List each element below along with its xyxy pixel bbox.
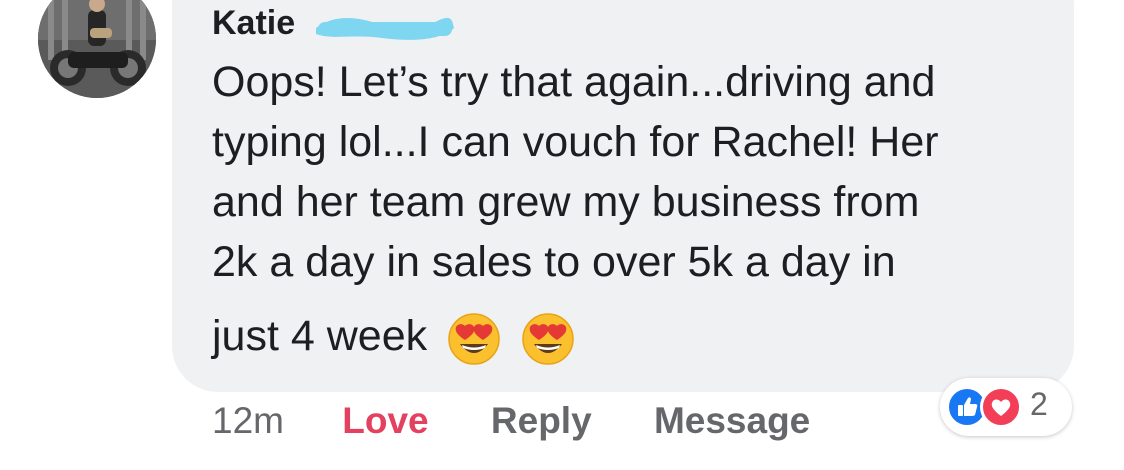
reaction-count: 2	[1030, 386, 1048, 422]
message-button[interactable]: Message	[654, 400, 810, 442]
reaction-summary[interactable]: 2	[940, 378, 1072, 436]
avatar-photo	[38, 0, 156, 98]
comment-text: Oops! Let’s try that again...driving and…	[212, 52, 1062, 292]
comment-text-line: Oops! Let’s try that again...driving and	[212, 58, 936, 106]
comment: Katie Oops! Let’s try that again...drivi…	[0, 0, 1124, 470]
reply-button[interactable]: Reply	[491, 400, 592, 442]
comment-actions: 12m Love Reply Message	[212, 400, 810, 442]
comment-timestamp[interactable]: 12m	[212, 400, 284, 442]
comment-text-line: 2k a day in sales to over 5k a day in	[212, 238, 896, 286]
comment-text-line: typing lol...I can vouch for Rachel! Her	[212, 118, 939, 166]
comment-text-last-line: just 4 week	[212, 306, 575, 366]
redaction-scribble	[316, 17, 454, 40]
heart-eyes-emoji-icon	[522, 312, 574, 365]
comment-text-line: just 4 week	[212, 312, 428, 360]
love-icon	[980, 386, 1022, 428]
avatar[interactable]	[38, 0, 156, 98]
comment-text-line: and her team grew my business from	[212, 178, 920, 226]
author-name[interactable]: Katie	[212, 4, 295, 43]
heart-eyes-emoji-icon	[448, 312, 500, 365]
love-button[interactable]: Love	[342, 400, 428, 442]
